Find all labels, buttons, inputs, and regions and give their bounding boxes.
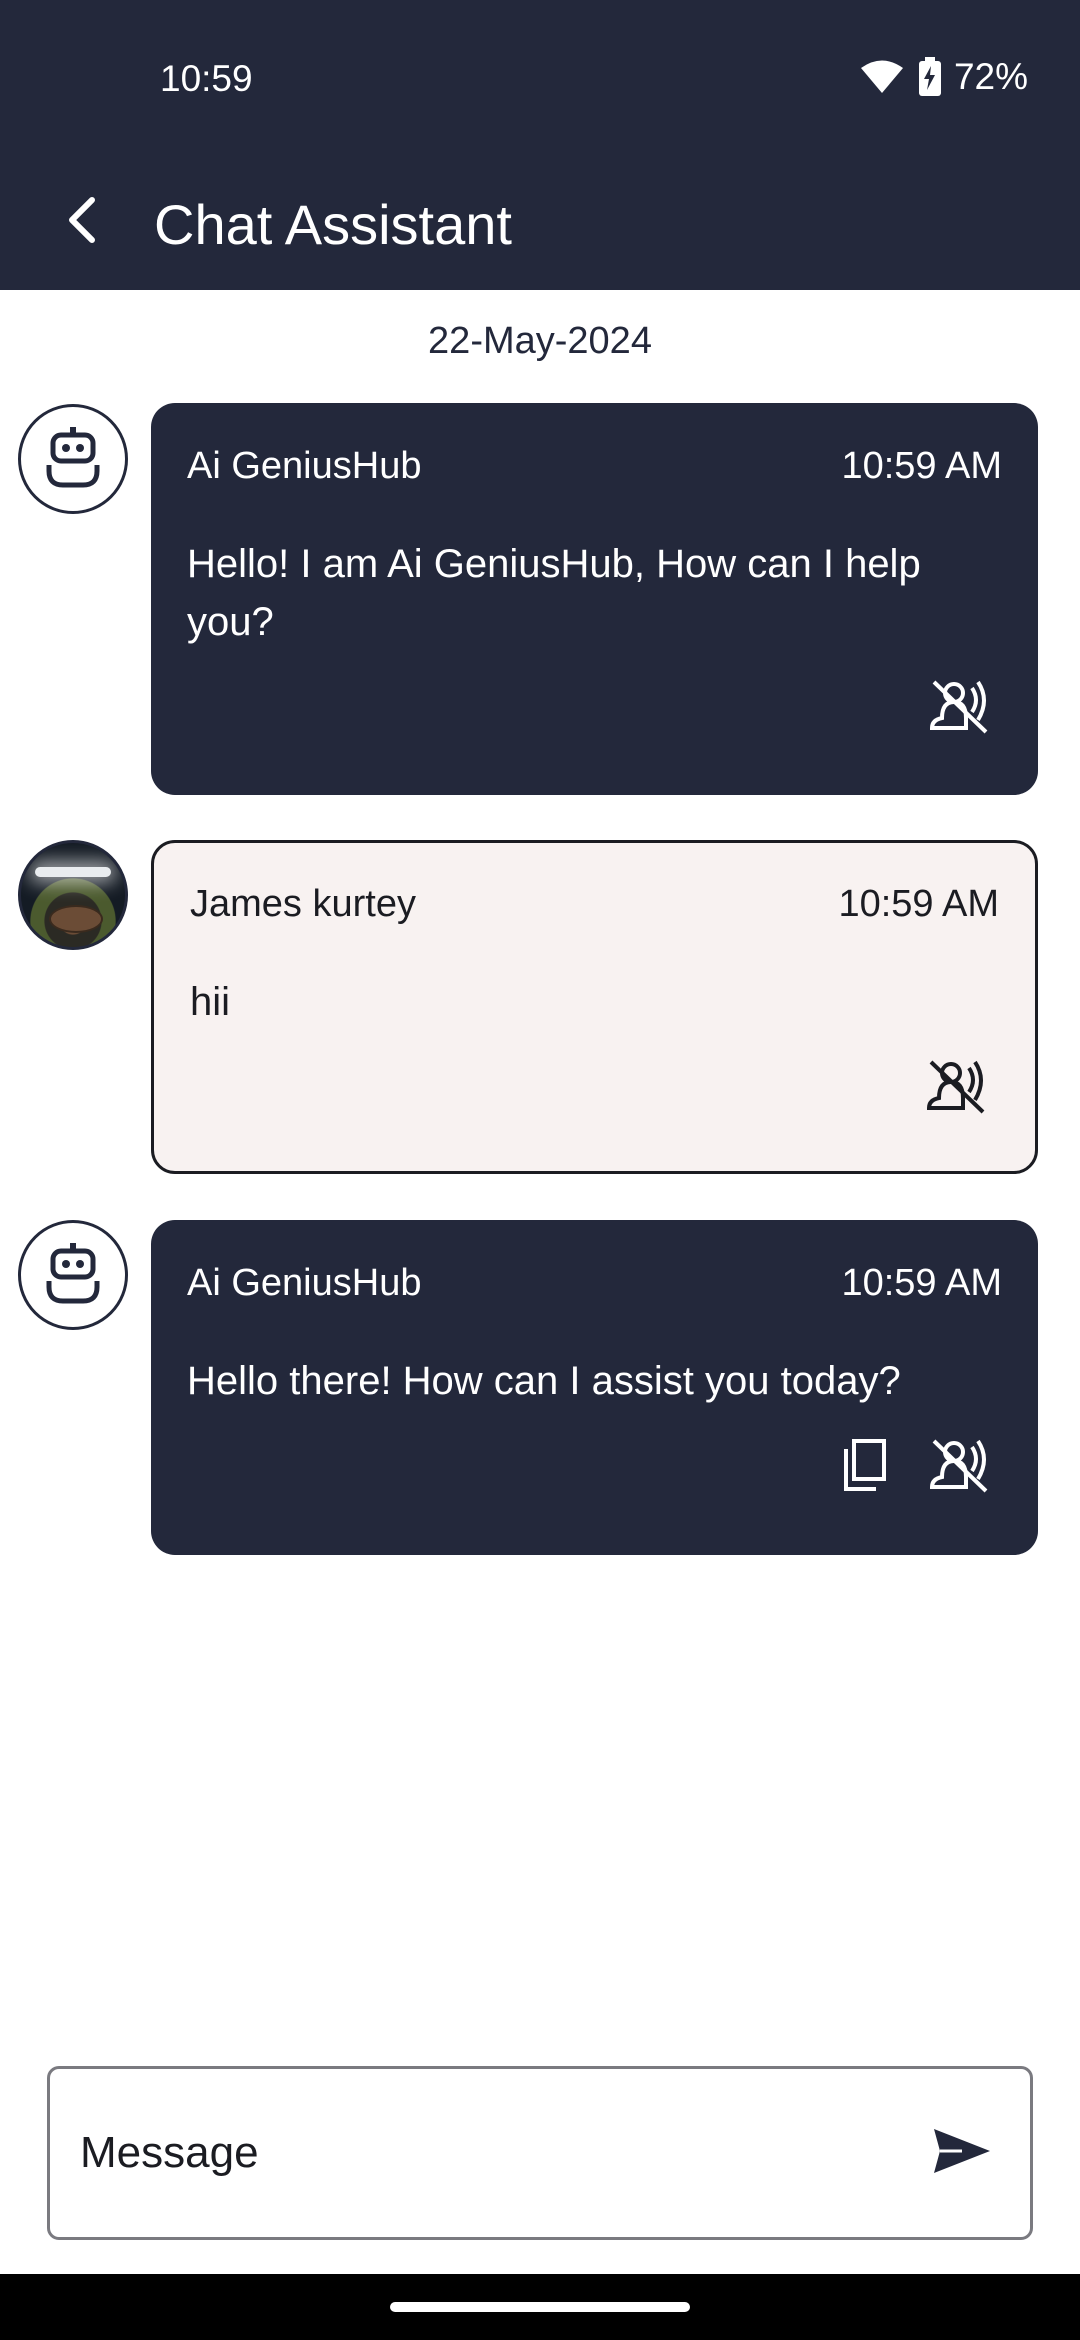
send-button[interactable] (922, 2113, 1002, 2193)
message-bubble-bot: Ai GeniusHub 10:59 AM Hello! I am Ai Gen… (151, 403, 1038, 795)
arrow-back-icon (62, 196, 102, 249)
sender-name: James kurtey (190, 883, 416, 925)
sender-name: Ai GeniusHub (187, 1262, 422, 1304)
app-bar: Chat Assistant (0, 160, 1080, 290)
bot-avatar (18, 1220, 128, 1330)
bot-avatar (18, 404, 128, 514)
send-icon (932, 2125, 992, 2182)
message-time: 10:59 AM (838, 883, 999, 925)
message-composer (47, 2066, 1033, 2240)
message-actions (804, 1432, 992, 1498)
stadium-lights (35, 867, 111, 877)
message-input[interactable] (80, 2069, 900, 2237)
back-button[interactable] (46, 186, 118, 258)
message-time: 10:59 AM (841, 1262, 1002, 1304)
message-text: Hello! I am Ai GeniusHub, How can I help… (187, 542, 921, 644)
message-bubble-bot: Ai GeniusHub 10:59 AM Hello there! How c… (151, 1220, 1038, 1555)
message-header: James kurtey 10:59 AM (190, 883, 999, 926)
user-avatar (18, 840, 128, 950)
battery-charging-icon (918, 57, 942, 97)
message-bubble-user: James kurtey 10:59 AM hii (151, 840, 1038, 1174)
message-actions (895, 1053, 989, 1119)
robot-icon (41, 425, 105, 494)
copy-icon[interactable] (832, 1432, 898, 1498)
message-text: hii (190, 980, 231, 1024)
system-nav-bar (0, 2274, 1080, 2340)
wifi-icon (860, 59, 904, 95)
message-time: 10:59 AM (841, 445, 1002, 487)
date-separator: 22-May-2024 (428, 320, 652, 362)
voice-off-icon[interactable] (926, 1432, 992, 1498)
status-bar: 10:59 72% (0, 0, 1080, 160)
voice-off-icon[interactable] (926, 673, 992, 739)
sender-name: Ai GeniusHub (187, 445, 422, 487)
robot-icon (41, 1241, 105, 1310)
message-actions (898, 673, 992, 739)
message-header: Ai GeniusHub 10:59 AM (187, 445, 1002, 488)
message-text: Hello there! How can I assist you today? (187, 1359, 901, 1403)
status-time: 10:59 (160, 58, 253, 99)
page-title: Chat Assistant (154, 193, 512, 256)
status-icons: 72% (860, 56, 1028, 98)
battery-percent: 72% (953, 56, 1028, 97)
football-image (49, 905, 103, 933)
home-indicator[interactable] (390, 2302, 690, 2312)
voice-off-icon[interactable] (923, 1053, 989, 1119)
message-header: Ai GeniusHub 10:59 AM (187, 1262, 1002, 1305)
